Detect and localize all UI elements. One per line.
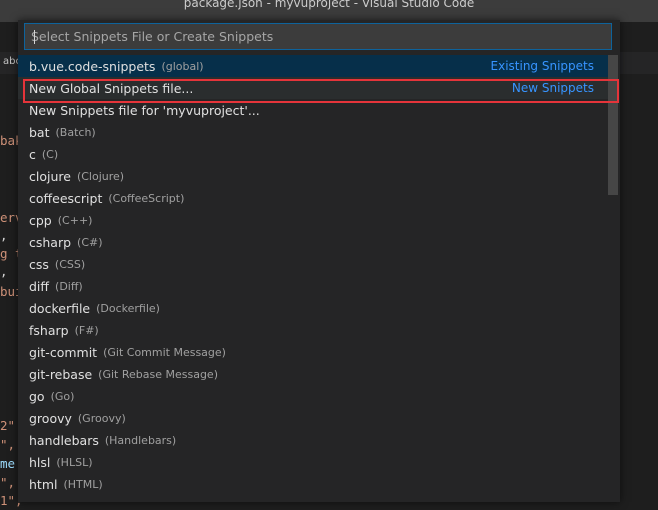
snippet-list-item[interactable]: handlebars (Handlebars) (18, 429, 608, 451)
snippet-item-label: New Global Snippets file... (29, 80, 194, 96)
snippet-list-item[interactable]: coffeescript (CoffeeScript) (18, 187, 608, 209)
snippet-item-group-label: New Snippets (511, 81, 594, 95)
snippet-list-item[interactable]: html (HTML) (18, 473, 608, 495)
snippet-list-item[interactable]: git-rebase (Git Rebase Message) (18, 363, 608, 385)
window-title-bar: package.json - myvuproject - Visual Stud… (0, 0, 658, 22)
quick-pick-input[interactable] (31, 29, 611, 44)
snippet-item-description: (HTML) (63, 477, 103, 491)
snippet-item-description: (Diff) (55, 279, 83, 293)
snippet-item-description: (CSS) (54, 257, 86, 271)
snippet-list-item[interactable]: css (CSS) (18, 253, 608, 275)
quick-pick-input-box[interactable] (24, 23, 612, 50)
snippet-list-item[interactable]: dockerfile (Dockerfile) (18, 297, 608, 319)
snippet-item-label: diff (29, 278, 50, 294)
snippet-item-description: (Batch) (55, 125, 96, 139)
code-fragment: ", (0, 437, 16, 452)
quick-pick-scrollbar[interactable] (608, 55, 618, 501)
snippet-item-description: (C) (41, 147, 59, 161)
snippet-item-description: (Groovy) (77, 411, 126, 425)
snippet-item-description: (Git Rebase Message) (98, 367, 218, 381)
snippet-item-label: bat (29, 124, 50, 140)
snippet-list-item[interactable]: bat (Batch) (18, 121, 608, 143)
snippet-item-description: (C#) (77, 235, 103, 249)
snippet-item-description: (Git Commit Message) (103, 345, 226, 359)
snippet-item-description: (HLSL) (56, 455, 93, 469)
snippet-item-label: html (29, 476, 58, 492)
code-fragment: bui (0, 284, 20, 299)
snippet-item-description: (F#) (74, 323, 99, 337)
snippet-item-label: fsharp (29, 322, 69, 338)
snippet-list-item[interactable]: cpp (C++) (18, 209, 608, 231)
quick-pick-list: b.vue.code-snippets (global) Existing Snip… (18, 55, 608, 501)
window-title: package.json - myvuproject - Visual Stud… (183, 0, 475, 10)
snippet-list-item[interactable]: csharp (C#) (18, 231, 608, 253)
snippet-item-label: coffeescript (29, 190, 103, 206)
snippet-list-item[interactable]: clojure (Clojure) (18, 165, 608, 187)
snippet-item-description: (Go) (50, 389, 75, 403)
snippet-item-label: csharp (29, 234, 72, 250)
code-fragment: , (0, 264, 8, 279)
snippet-list-item[interactable]: groovy (Groovy) (18, 407, 608, 429)
snippet-item-label: css (29, 256, 49, 272)
snippet-item-label: New Snippets file for 'myvuproject'... (29, 102, 260, 118)
snippet-list-item[interactable]: New Snippets file for 'myvuproject'... (18, 99, 608, 121)
snippet-item-description: (Clojure) (76, 169, 125, 183)
snippet-list-item[interactable]: c (C) (18, 143, 608, 165)
snippet-list-item[interactable]: New Global Snippets file... New Snippets (18, 77, 608, 99)
code-fragment: me (0, 456, 16, 471)
snippet-item-group-label: Existing Snippets (490, 59, 594, 73)
snippets-quick-pick: b.vue.code-snippets (global) Existing Snip… (18, 20, 620, 502)
snippet-list-item[interactable]: fsharp (F#) (18, 319, 608, 341)
snippet-item-description: (Dockerfile) (96, 301, 160, 315)
snippet-item-description: (CoffeeScript) (108, 191, 185, 205)
snippet-item-label: git-commit (29, 344, 98, 360)
snippet-item-label: git-rebase (29, 366, 93, 382)
snippet-list-item[interactable]: b.vue.code-snippets (global) Existing Snip… (18, 55, 608, 77)
scrollbar-thumb[interactable] (608, 55, 618, 195)
code-fragment: , (0, 228, 8, 243)
snippet-list-item[interactable]: diff (Diff) (18, 275, 608, 297)
snippet-item-label: b.vue.code-snippets (29, 58, 156, 74)
snippet-item-description: (C++) (57, 213, 93, 227)
code-fragment: bak (0, 133, 20, 148)
snippet-list-item[interactable]: go (Go) (18, 385, 608, 407)
code-fragment: 2" (0, 418, 16, 433)
snippet-list-item[interactable]: git-commit (Git Commit Message) (18, 341, 608, 363)
snippet-item-label: c (29, 146, 36, 162)
snippet-list-item[interactable]: hlsl (HLSL) (18, 451, 608, 473)
snippet-item-description: (global) (161, 59, 204, 73)
code-fragment: ", (0, 475, 16, 490)
snippet-item-label: handlebars (29, 432, 99, 448)
snippet-item-label: go (29, 388, 45, 404)
snippet-item-description: (Handlebars) (104, 433, 177, 447)
code-fragment: 1", (0, 493, 20, 508)
text-caret (34, 30, 35, 44)
snippet-item-label: groovy (29, 410, 72, 426)
snippet-item-label: clojure (29, 168, 71, 184)
code-fragment: erv (0, 210, 20, 225)
snippet-item-label: cpp (29, 212, 52, 228)
code-fragment: g t (0, 246, 20, 261)
snippet-item-label: dockerfile (29, 300, 91, 316)
snippet-item-label: hlsl (29, 454, 51, 470)
